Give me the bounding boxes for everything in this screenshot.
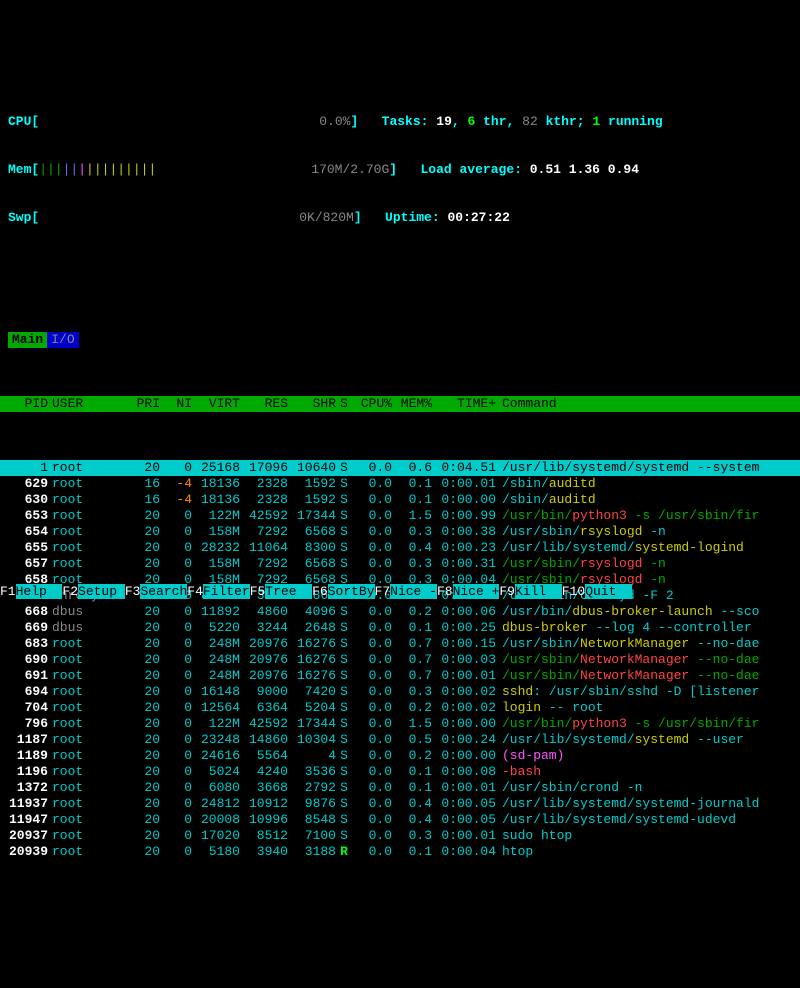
process-row[interactable]: 668dbus2001189248604096S0.00.20:00.06/us… [0,604,800,620]
col-s[interactable]: S [336,396,352,412]
tab-io[interactable]: I/O [47,332,78,348]
process-row[interactable]: 1189root2002461655644S0.00.20:00.00(sd-p… [0,748,800,764]
flabel-F10[interactable]: Quit [585,584,632,599]
tab-main[interactable]: Main [8,332,47,348]
process-row[interactable]: 669dbus200522032442648S0.00.10:00.25dbus… [0,620,800,636]
column-headers[interactable]: PID USER PRI NI VIRT RES SHR S CPU% MEM%… [0,396,800,412]
col-user[interactable]: USER [48,396,128,412]
process-row[interactable]: 1372root200608036682792S0.00.10:00.01/us… [0,780,800,796]
process-row[interactable]: 655root20028232110648300S0.00.40:00.23/u… [0,540,800,556]
process-row[interactable]: 11937root20024812109129876S0.00.40:00.05… [0,796,800,812]
col-res[interactable]: RES [240,396,288,412]
col-time[interactable]: TIME+ [432,396,496,412]
flabel-F5[interactable]: Tree [265,584,312,599]
process-row[interactable]: 796root200122M4259217344S0.01.50:00.00/u… [0,716,800,732]
fkey-F3[interactable]: F3 [125,584,141,599]
process-row[interactable]: 629root16-41813623281592S0.00.10:00.01/s… [0,476,800,492]
col-virt[interactable]: VIRT [192,396,240,412]
flabel-F9[interactable]: Kill [515,584,562,599]
process-row[interactable]: 20937root2001702085127100S0.00.30:00.01s… [0,828,800,844]
process-row[interactable]: 630root16-41813623281592S0.00.10:00.00/s… [0,492,800,508]
col-pri[interactable]: PRI [128,396,160,412]
fkey-F6[interactable]: F6 [312,584,328,599]
col-cmd[interactable]: Command [496,396,800,412]
mem-meter: Mem[|||||||||||||||170M/2.70G] Load aver… [8,162,792,178]
cpu-meter: CPU[0.0%] Tasks: 19, 6 thr, 82 kthr; 1 r… [8,114,792,130]
flabel-F4[interactable]: Filter [203,584,250,599]
fkey-F10[interactable]: F10 [562,584,585,599]
meters-panel: CPU[0.0%] Tasks: 19, 6 thr, 82 kthr; 1 r… [0,80,800,242]
process-row[interactable]: 653root200122M4259217344S0.01.50:00.99/u… [0,508,800,524]
fkey-F2[interactable]: F2 [62,584,78,599]
flabel-F6[interactable]: SortBy [328,584,375,599]
process-row[interactable]: 691root200248M2097616276S0.00.70:00.01/u… [0,668,800,684]
flabel-F2[interactable]: Setup [78,584,125,599]
process-row[interactable]: 1187root200232481486010304S0.00.50:00.24… [0,732,800,748]
process-row[interactable]: 683root200248M2097616276S0.00.70:00.15/u… [0,636,800,652]
col-pid[interactable]: PID [0,396,48,412]
process-row[interactable]: 20939root200518039403188R0.00.10:00.04ht… [0,844,800,860]
process-row[interactable]: 654root200158M72926568S0.00.30:00.38/usr… [0,524,800,540]
col-ni[interactable]: NI [160,396,192,412]
col-cpu[interactable]: CPU% [352,396,392,412]
flabel-F3[interactable]: Search [140,584,187,599]
process-row[interactable]: 1196root200502442403536S0.00.10:00.08-ba… [0,764,800,780]
process-row[interactable]: 694root2001614890007420S0.00.30:00.02ssh… [0,684,800,700]
swp-meter: Swp[0K/820M] Uptime: 00:27:22 [8,210,792,226]
col-mem[interactable]: MEM% [392,396,432,412]
fkey-F5[interactable]: F5 [250,584,266,599]
process-list[interactable]: 1root200251681709610640S0.00.60:04.51/us… [0,460,800,860]
process-row[interactable]: 704root2001256463645204S0.00.20:00.02log… [0,700,800,716]
process-row[interactable]: 657root200158M72926568S0.00.30:00.31/usr… [0,556,800,572]
fkey-F4[interactable]: F4 [187,584,203,599]
flabel-F8[interactable]: Nice + [453,584,500,599]
fkey-F7[interactable]: F7 [375,584,391,599]
col-shr[interactable]: SHR [288,396,336,412]
flabel-F1[interactable]: Help [16,584,63,599]
flabel-F7[interactable]: Nice - [390,584,437,599]
process-row[interactable]: 1root200251681709610640S0.00.60:04.51/us… [0,460,800,476]
function-key-bar: F1Help F2Setup F3SearchF4FilterF5Tree F6… [0,584,800,600]
fkey-F9[interactable]: F9 [499,584,515,599]
tab-bar: Main I/O [8,332,800,348]
process-row[interactable]: 690root200248M2097616276S0.00.70:00.03/u… [0,652,800,668]
fkey-F1[interactable]: F1 [0,584,16,599]
fkey-F8[interactable]: F8 [437,584,453,599]
process-row[interactable]: 11947root20020008109968548S0.00.40:00.05… [0,812,800,828]
